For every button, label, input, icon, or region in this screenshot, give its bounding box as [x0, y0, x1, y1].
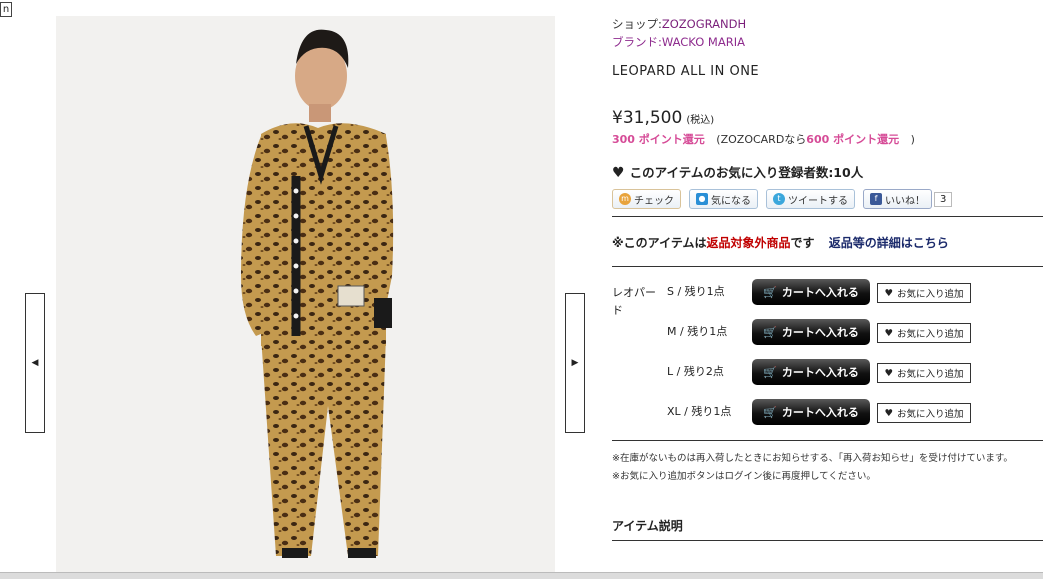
favorites-count: ♥ このアイテムのお気に入り登録者数:10人 — [612, 162, 863, 181]
mixi-check-icon: m — [619, 193, 631, 205]
favorite-button-label: お気に入り追加 — [897, 329, 964, 340]
add-to-cart-button[interactable]: 🛒 カートへ入れる — [752, 319, 870, 345]
social-buttons: m チェック ● 気になる t ツイートする f いいね！ 3 — [612, 189, 953, 209]
size-row-l: L / 残り2点 🛒 カートへ入れる ♥ お気に入り追加 — [612, 359, 1043, 385]
brand-label: ブランド: — [612, 35, 662, 49]
divider — [612, 216, 1043, 217]
favorite-button-label: お気に入り追加 — [897, 369, 964, 380]
cart-icon: 🛒 — [763, 285, 777, 299]
caret-left-icon: ◀ — [31, 358, 39, 368]
hexagon-icon: ● — [696, 193, 708, 205]
cart-button-label: カートへ入れる — [781, 286, 859, 299]
cart-button-label: カートへ入れる — [781, 326, 859, 339]
next-image-button[interactable]: ▶ — [565, 293, 585, 433]
heart-icon: ♥ — [884, 407, 893, 419]
returns-suffix: です — [790, 236, 815, 250]
heart-icon: ♥ — [612, 165, 625, 181]
product-photo — [56, 16, 555, 572]
favorite-button-label: お気に入り追加 — [897, 289, 964, 300]
cart-icon: 🛒 — [763, 405, 777, 419]
add-favorite-button[interactable]: ♥ お気に入り追加 — [877, 323, 971, 343]
returns-details-link[interactable]: 返品等の詳細はこちら — [829, 236, 949, 250]
brand-link[interactable]: WACKO MARIA — [662, 35, 745, 49]
zozocard-points: 600 ポイント還元 — [806, 133, 900, 146]
zozocard-close: ) — [910, 133, 915, 146]
tax-label: (税込) — [686, 115, 715, 126]
cart-button-label: カートへ入れる — [781, 406, 859, 419]
item-description-heading: アイテム説明 — [612, 519, 683, 533]
heart-icon: ♥ — [884, 287, 893, 299]
like-label: いいね！ — [885, 195, 925, 207]
login-note: ※お気に入り追加ボタンはログイン後に再度押してください。 — [612, 471, 876, 482]
model-leopard-jumpsuit-image — [56, 16, 555, 572]
divider — [612, 440, 1043, 441]
facebook-like-button[interactable]: f いいね！ — [863, 189, 932, 209]
check-label: チェック — [634, 195, 674, 207]
favorite-button-label: お気に入り追加 — [897, 409, 964, 420]
tweet-label: ツイートする — [788, 195, 848, 207]
size-stock-label: XL / 残り1点 — [667, 405, 732, 418]
kininaru-label: 気になる — [711, 195, 751, 207]
cart-icon: 🛒 — [763, 325, 777, 339]
add-favorite-button[interactable]: ♥ お気に入り追加 — [877, 363, 971, 383]
points-row: 300 ポイント還元 (ZOZOCARDなら600 ポイント還元 ) — [612, 131, 915, 147]
heart-icon: ♥ — [884, 367, 893, 379]
price-row: ¥31,500 (税込) — [612, 108, 714, 128]
twitter-bird-icon: t — [773, 193, 785, 205]
check-button[interactable]: m チェック — [612, 189, 681, 209]
shop-row: ショップ:ZOZOGRANDH — [612, 16, 746, 32]
divider — [612, 540, 1043, 541]
add-to-cart-button[interactable]: 🛒 カートへ入れる — [752, 359, 870, 385]
add-to-cart-button[interactable]: 🛒 カートへ入れる — [752, 399, 870, 425]
divider — [612, 266, 1043, 267]
points-value: 300 ポイント還元 — [612, 133, 705, 146]
product-title: LEOPARD ALL IN ONE — [612, 64, 760, 79]
like-count: 3 — [934, 191, 953, 207]
cart-icon: 🛒 — [763, 365, 777, 379]
facebook-icon: f — [870, 193, 882, 205]
size-row-s: S / 残り1点 🛒 カートへ入れる ♥ お気に入り追加 — [612, 279, 1043, 305]
returns-prefix: ※このアイテムは — [612, 236, 707, 250]
shop-label: ショップ: — [612, 17, 662, 31]
size-stock-label: L / 残り2点 — [667, 365, 724, 378]
kininaru-button[interactable]: ● 気になる — [689, 189, 758, 209]
zozocard-label: (ZOZOCARDなら — [716, 133, 807, 146]
tweet-button[interactable]: t ツイートする — [766, 189, 855, 209]
size-row-m: M / 残り1点 🛒 カートへ入れる ♥ お気に入り追加 — [612, 319, 1043, 345]
brand-row: ブランド:WACKO MARIA — [612, 34, 745, 50]
returns-highlight: 返品対象外商品 — [706, 236, 791, 250]
favorites-text: このアイテムのお気に入り登録者数:10人 — [629, 165, 864, 180]
heart-icon: ♥ — [884, 327, 893, 339]
previous-image-button[interactable]: ◀ — [25, 293, 45, 433]
add-favorite-button[interactable]: ♥ お気に入り追加 — [877, 403, 971, 423]
price-value: ¥31,500 — [612, 108, 683, 128]
size-stock-label: M / 残り1点 — [667, 325, 728, 338]
caret-right-icon: ▶ — [571, 358, 579, 368]
size-row-xl: XL / 残り1点 🛒 カートへ入れる ♥ お気に入り追加 — [612, 399, 1043, 425]
cart-button-label: カートへ入れる — [781, 366, 859, 379]
returns-notice: ※このアイテムは返品対象外商品です 返品等の詳細はこちら — [612, 234, 949, 251]
size-stock-label: S / 残り1点 — [667, 285, 725, 298]
corner-toggle-button[interactable]: n — [0, 2, 12, 17]
add-to-cart-button[interactable]: 🛒 カートへ入れる — [752, 279, 870, 305]
add-favorite-button[interactable]: ♥ お気に入り追加 — [877, 283, 971, 303]
shop-link[interactable]: ZOZOGRANDH — [662, 17, 746, 31]
restock-note: ※在庫がないものは再入荷したときにお知らせする、「再入荷お知らせ」を受け付けてい… — [612, 453, 1013, 464]
